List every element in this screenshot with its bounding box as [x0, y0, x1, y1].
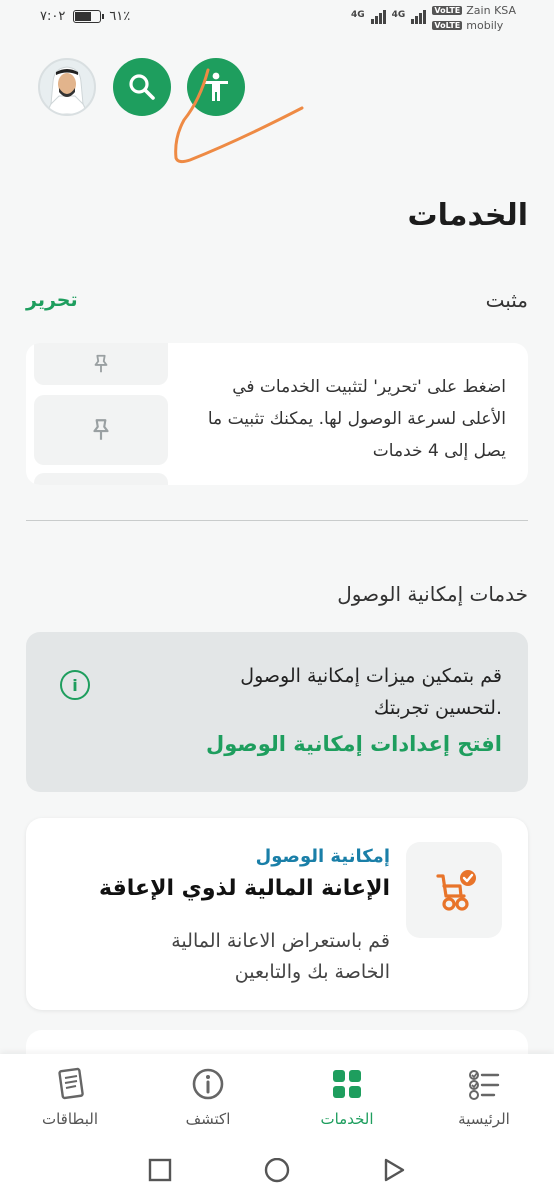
signal-icon — [411, 8, 427, 24]
pinned-slot[interactable] — [34, 343, 168, 385]
nav-services-label: الخدمات — [320, 1110, 374, 1128]
battery-percent: ٦١٪ — [109, 9, 131, 24]
pin-icon — [93, 419, 109, 440]
wheelchair-check-icon — [436, 870, 476, 911]
pinned-header: تحرير مثبت — [26, 288, 528, 312]
status-left: ٧:٠٢ ٦١٪ — [40, 9, 130, 24]
search-icon — [129, 74, 155, 100]
accessibility-button[interactable] — [187, 58, 245, 116]
cards-icon — [58, 1067, 84, 1100]
page-title: الخدمات — [407, 198, 528, 233]
system-navigation — [0, 1144, 554, 1200]
service-category: إمكانية الوصول — [255, 846, 390, 867]
recents-icon[interactable] — [148, 1158, 172, 1182]
network-type-2: 4G — [391, 10, 406, 20]
pin-icon — [94, 354, 108, 373]
accessibility-info-card: i قم بتمكين ميزات إمكانية الوصول لتحسين … — [26, 632, 528, 792]
pinned-slot[interactable] — [34, 395, 168, 465]
home-icon[interactable] — [263, 1158, 291, 1186]
user-avatar-icon — [47, 66, 87, 114]
accessibility-info-text: قم بتمكين ميزات إمكانية الوصول لتحسين تج… — [240, 665, 502, 719]
nav-services[interactable]: الخدمات — [287, 1066, 407, 1128]
grid-icon — [333, 1070, 361, 1098]
carrier-name: Zain KSA — [466, 4, 516, 17]
service-card[interactable]: إمكانية الوصول الإعانة المالية لذوي الإع… — [26, 818, 528, 1010]
nav-cards[interactable]: البطاقات — [10, 1066, 130, 1128]
open-accessibility-settings-link[interactable]: افتح إعدادات إمكانية الوصول — [206, 732, 502, 756]
signal-icon — [370, 8, 386, 24]
carriers: VoLTE Zain KSA VoLTE mobily — [432, 4, 516, 32]
accessibility-icon — [204, 72, 228, 101]
network-type-1: 4G — [351, 10, 365, 20]
search-button[interactable] — [113, 58, 171, 116]
back-icon[interactable] — [382, 1158, 406, 1182]
volte-badge: VoLTE — [432, 21, 463, 30]
avatar[interactable] — [38, 58, 96, 116]
nav-cards-label: البطاقات — [41, 1110, 98, 1128]
status-time: ٧:٠٢ — [40, 9, 66, 24]
accessibility-section-title: خدمات إمكانية الوصول — [337, 582, 528, 606]
service-title: الإعانة المالية لذوي الإعاقة — [99, 876, 390, 901]
service-description: قم باستعراض الاعانة المالية الخاصة بك وا… — [171, 930, 390, 983]
battery-icon — [73, 10, 105, 23]
status-bar: ٧:٠٢ ٦١٪ 4G 4G VoLTE Zain KSA VoLTE mobily — [0, 0, 554, 40]
info-icon — [192, 1068, 224, 1100]
nav-discover-label: اكتشف — [185, 1110, 231, 1128]
edit-button[interactable]: تحرير — [26, 289, 78, 311]
nav-discover[interactable]: اكتشف — [148, 1066, 268, 1128]
nav-home-label: الرئيسية — [458, 1110, 510, 1128]
volte-badge: VoLTE — [432, 6, 463, 15]
carrier-name: mobily — [466, 19, 504, 32]
pinned-label: مثبت — [485, 288, 528, 312]
info-icon: i — [60, 670, 90, 700]
pinned-hint: اضغط على 'تحرير' لتثبيت الخدمات في الأعل… — [207, 377, 506, 461]
nav-home[interactable]: الرئيسية — [424, 1066, 544, 1128]
status-right: 4G 4G VoLTE Zain KSA VoLTE mobily — [351, 4, 516, 32]
checklist-icon — [469, 1070, 500, 1100]
section-divider — [26, 520, 528, 521]
bottom-nav: الرئيسية الخدمات اكتشف البطاقات — [0, 1054, 554, 1144]
pinned-slot[interactable] — [34, 473, 168, 485]
pinned-card: اضغط على 'تحرير' لتثبيت الخدمات في الأعل… — [26, 343, 528, 485]
service-icon-box — [406, 842, 502, 938]
